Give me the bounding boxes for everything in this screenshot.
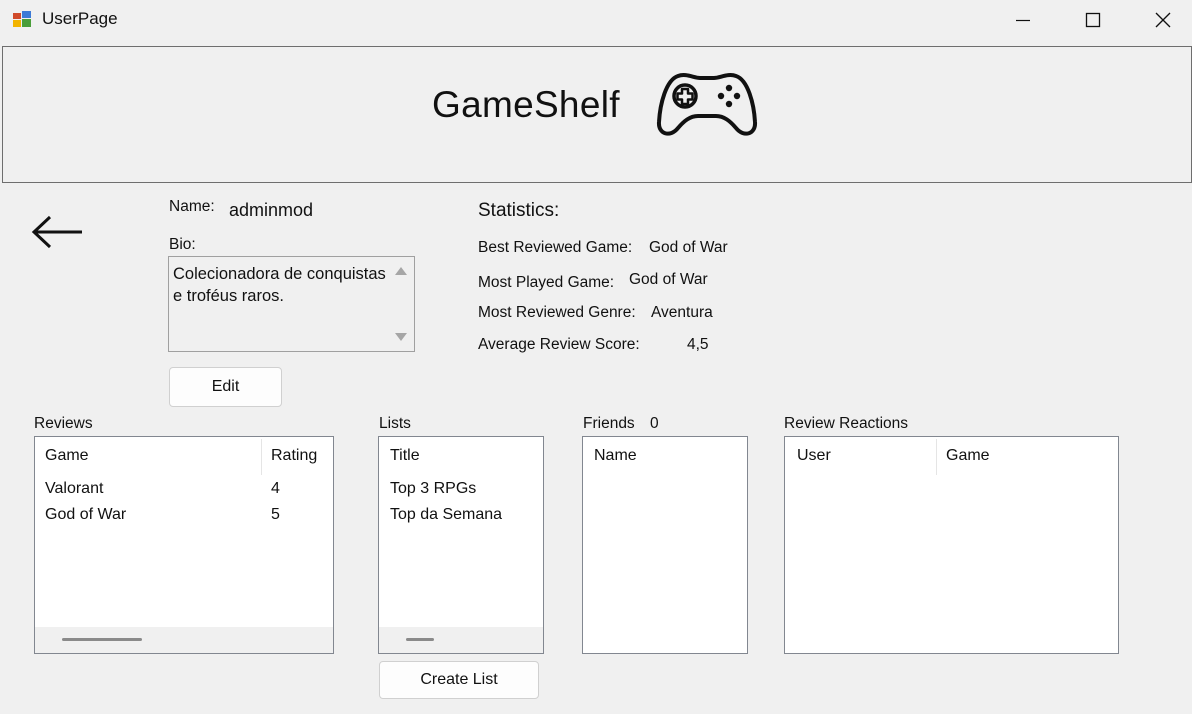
column-divider[interactable] <box>936 439 937 475</box>
lists-label: Lists <box>379 415 411 432</box>
friends-column-name[interactable]: Name <box>594 447 637 465</box>
create-list-button[interactable]: Create List <box>379 661 539 699</box>
reviews-row-game[interactable]: God of War <box>45 506 126 524</box>
window-title: UserPage <box>42 9 118 28</box>
scroll-down-icon[interactable] <box>395 333 407 341</box>
reviews-hscrollbar[interactable] <box>35 627 333 653</box>
reactions-column-user[interactable]: User <box>797 447 831 465</box>
reviews-row-game[interactable]: Valorant <box>45 480 103 498</box>
maximize-button[interactable] <box>1058 0 1128 40</box>
reviews-listview[interactable]: Game Rating Valorant 4 God of War 5 <box>34 436 334 654</box>
most-played-label: Most Played Game: <box>478 274 615 291</box>
friends-listview[interactable]: Name <box>582 436 748 654</box>
reviews-row-rating[interactable]: 5 <box>271 506 280 524</box>
bio-scrollbar[interactable] <box>388 257 414 351</box>
reactions-column-game[interactable]: Game <box>946 447 990 465</box>
edit-button[interactable]: Edit <box>169 367 282 407</box>
most-played-value: God of War <box>629 271 708 288</box>
friends-count: 0 <box>650 415 659 432</box>
lists-row-title[interactable]: Top da Semana <box>390 506 502 524</box>
review-reactions-listview[interactable]: User Game <box>784 436 1119 654</box>
review-reactions-label: Review Reactions <box>784 415 909 432</box>
most-reviewed-genre-value: Aventura <box>651 304 713 321</box>
lists-column-title[interactable]: Title <box>390 447 420 465</box>
lists-hscrollbar[interactable] <box>379 627 543 653</box>
best-reviewed-value: God of War <box>649 239 728 256</box>
close-icon <box>1155 12 1171 28</box>
gamepad-icon <box>656 73 758 136</box>
minimize-icon <box>1016 19 1030 22</box>
reviews-column-rating[interactable]: Rating <box>271 447 317 465</box>
lists-listview[interactable]: Title Top 3 RPGs Top da Semana <box>378 436 544 654</box>
bio-label: Bio: <box>169 236 196 253</box>
scroll-thumb[interactable] <box>406 638 434 641</box>
name-value: adminmod <box>229 200 314 220</box>
maximize-icon <box>1085 12 1101 28</box>
minimize-button[interactable] <box>988 0 1058 40</box>
most-reviewed-genre-label: Most Reviewed Genre: <box>478 304 636 321</box>
reviews-label: Reviews <box>34 415 93 432</box>
reviews-row-rating[interactable]: 4 <box>271 480 280 498</box>
friends-label: Friends <box>583 415 635 432</box>
column-divider[interactable] <box>261 439 262 475</box>
scroll-thumb[interactable] <box>62 638 142 641</box>
back-arrow-icon[interactable] <box>30 212 86 252</box>
name-label: Name: <box>169 198 215 215</box>
bio-text: Colecionadora de conquistas e troféus ra… <box>173 265 386 305</box>
brand-title: GameShelf <box>432 84 620 125</box>
title-bar: UserPage <box>0 0 1192 40</box>
average-score-label: Average Review Score: <box>478 336 640 353</box>
average-score-value: 4,5 <box>687 336 709 353</box>
app-icon <box>12 10 32 28</box>
scroll-up-icon[interactable] <box>395 267 407 275</box>
bio-textbox[interactable]: Colecionadora de conquistas e troféus ra… <box>168 256 415 352</box>
reviews-column-game[interactable]: Game <box>45 447 89 465</box>
lists-row-title[interactable]: Top 3 RPGs <box>390 480 476 498</box>
best-reviewed-label: Best Reviewed Game: <box>478 239 633 256</box>
statistics-title: Statistics: <box>478 200 560 221</box>
close-button[interactable] <box>1128 0 1192 40</box>
